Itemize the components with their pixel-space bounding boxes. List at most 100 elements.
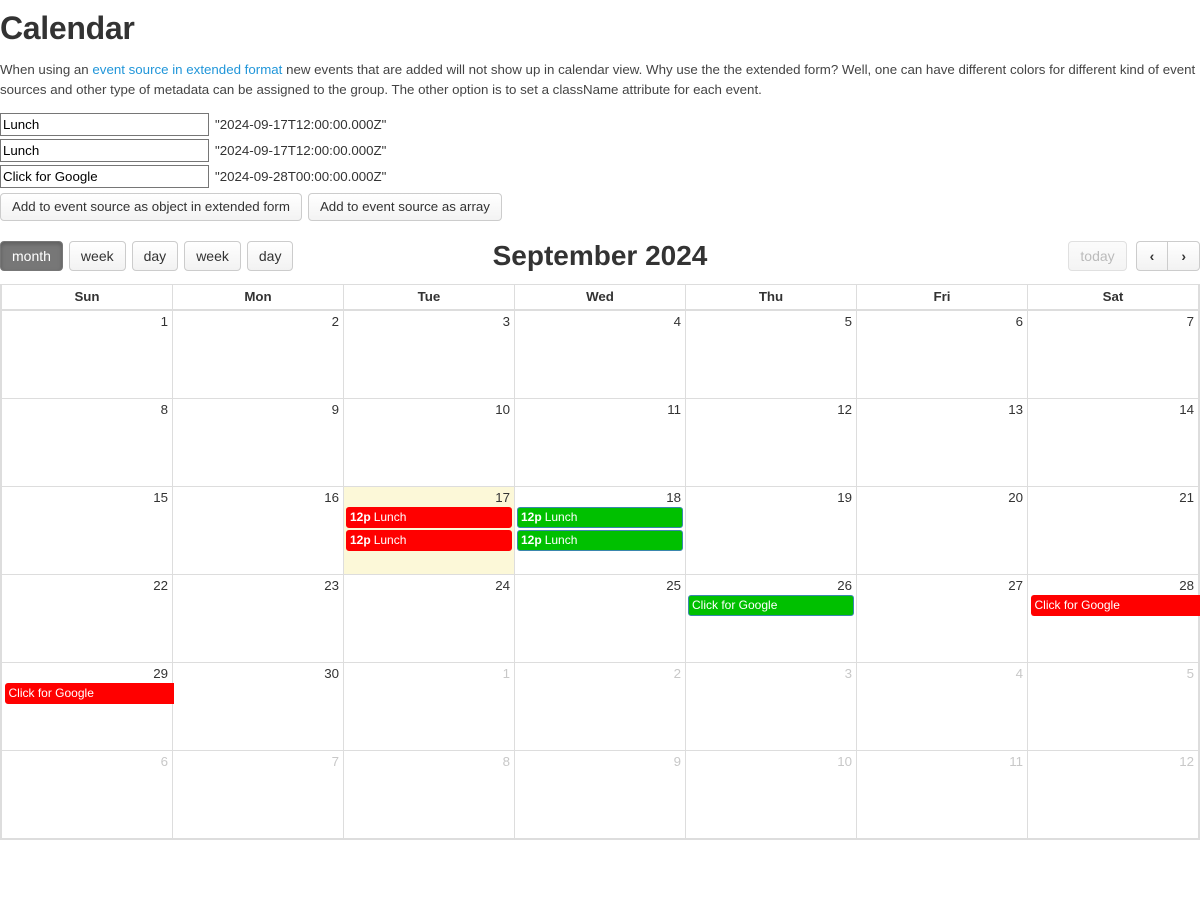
day-number: 10	[837, 754, 852, 769]
event-title: Lunch	[544, 510, 578, 524]
calendar-day-cell[interactable]: 19	[685, 486, 857, 575]
calendar-day-cell[interactable]: 9	[172, 398, 344, 487]
calendar-event[interactable]: 12p Lunch	[517, 530, 683, 551]
calendar-day-cell[interactable]: 14	[1027, 398, 1199, 487]
chevron-left-icon: ‹	[1149, 248, 1155, 264]
calendar-day-cell[interactable]: 25	[514, 574, 686, 663]
calendar-day-cell[interactable]: 15	[1, 486, 173, 575]
calendar-day-cell[interactable]: 30	[172, 662, 344, 751]
calendar-day-cell[interactable]: 16	[172, 486, 344, 575]
calendar-event[interactable]: Click for Google	[688, 595, 854, 616]
calendar-day-cell[interactable]: 29	[1, 662, 173, 751]
prev-month-button[interactable]: ‹	[1135, 241, 1168, 271]
view-button-group: month week day week day	[0, 241, 294, 271]
view-button-week-1[interactable]: week	[68, 241, 126, 271]
calendar-day-cell[interactable]: 21	[1027, 486, 1199, 575]
view-button-week-3[interactable]: week	[184, 241, 241, 271]
calendar-day-cell[interactable]: 2	[172, 310, 344, 399]
chevron-right-icon: ›	[1181, 248, 1186, 264]
calendar-day-cell[interactable]: 6	[856, 310, 1028, 399]
calendar-day-cell[interactable]: 8	[343, 750, 515, 839]
calendar-day-cell[interactable]: 26 Click for Google	[685, 574, 857, 663]
calendar-day-cell[interactable]: 13	[856, 398, 1028, 487]
calendar-event[interactable]: 12p Lunch	[517, 507, 683, 528]
day-events	[173, 330, 343, 331]
day-number: 23	[324, 578, 339, 593]
day-number: 8	[502, 754, 510, 769]
calendar-day-cell[interactable]: 8	[1, 398, 173, 487]
calendar-day-cell[interactable]: 12	[1027, 750, 1199, 839]
day-number: 14	[1179, 402, 1194, 417]
calendar-event-spanning[interactable]: Click for Google	[4, 682, 174, 704]
day-number: 19	[837, 490, 852, 505]
day-events	[857, 418, 1027, 419]
calendar-event[interactable]: 12p Lunch	[346, 530, 512, 551]
calendar-day-cell[interactable]: 28	[1027, 574, 1199, 663]
calendar-day-cell[interactable]: 1	[343, 662, 515, 751]
day-header-wed: Wed	[514, 284, 686, 310]
day-number: 22	[153, 578, 168, 593]
day-header-sat: Sat	[1027, 284, 1199, 310]
calendar-week-row: 22 23 24 25 26 Click for Google 27 28	[1, 574, 1199, 663]
calendar-week-row: 29 30 1 2 3 4 5	[1, 662, 1199, 751]
calendar-day-cell[interactable]: 11	[856, 750, 1028, 839]
add-as-array-button[interactable]: Add to event source as array	[307, 193, 502, 221]
calendar-day-cell[interactable]: 20	[856, 486, 1028, 575]
calendar-day-cell[interactable]: 7	[1027, 310, 1199, 399]
event-title: Click for Google	[692, 598, 778, 612]
day-number: 4	[673, 314, 681, 329]
calendar-day-cell[interactable]: 17 12p Lunch 12p Lunch	[343, 486, 515, 575]
day-number: 30	[324, 666, 339, 681]
today-button[interactable]: today	[1068, 241, 1127, 271]
calendar-day-cell[interactable]: 18 12p Lunch 12p Lunch	[514, 486, 686, 575]
next-month-button[interactable]: ›	[1167, 241, 1200, 271]
calendar-event[interactable]: 12p Lunch	[346, 507, 512, 528]
day-events	[857, 682, 1027, 683]
calendar-day-cell[interactable]: 3	[343, 310, 515, 399]
event-title-input[interactable]	[0, 112, 209, 136]
calendar-day-cell[interactable]: 9	[514, 750, 686, 839]
calendar-day-cell[interactable]: 3	[685, 662, 857, 751]
calendar-day-cell[interactable]: 5	[685, 310, 857, 399]
day-events	[686, 506, 856, 507]
calendar-day-cell[interactable]: 4	[856, 662, 1028, 751]
calendar-day-cell[interactable]: 7	[172, 750, 344, 839]
calendar-day-cell[interactable]: 10	[343, 398, 515, 487]
view-button-day-4[interactable]: day	[246, 241, 294, 271]
calendar-day-cell[interactable]: 4	[514, 310, 686, 399]
calendar-day-cell[interactable]: 5	[1027, 662, 1199, 751]
calendar-day-cell[interactable]: 12	[685, 398, 857, 487]
day-number: 7	[331, 754, 339, 769]
calendar-day-cell[interactable]: 6	[1, 750, 173, 839]
calendar-day-headers: Sun Mon Tue Wed Thu Fri Sat	[1, 284, 1199, 310]
calendar-day-cell[interactable]: 2	[514, 662, 686, 751]
calendar-month-view: Sun Mon Tue Wed Thu Fri Sat 1 2 3 4 5 6 7 8 9 10 11 12 13 1…	[0, 284, 1200, 840]
day-header-fri: Fri	[856, 284, 1028, 310]
intro-text-before: When using an	[0, 62, 93, 77]
calendar-day-cell[interactable]: 22	[1, 574, 173, 663]
day-number: 12	[837, 402, 852, 417]
day-events	[1028, 418, 1198, 419]
calendar-day-cell[interactable]: 27	[856, 574, 1028, 663]
calendar-event-spanning[interactable]: Click for Google	[1030, 594, 1200, 616]
day-number: 9	[673, 754, 681, 769]
event-title-input[interactable]	[0, 164, 209, 188]
calendar-day-cell[interactable]: 23	[172, 574, 344, 663]
calendar-day-cell[interactable]: 24	[343, 574, 515, 663]
extended-format-link[interactable]: event source in extended format	[92, 62, 282, 77]
view-button-month-0[interactable]: month	[0, 241, 63, 271]
day-number: 1	[160, 314, 168, 329]
form-buttons: Add to event source as object in extende…	[0, 193, 1200, 221]
event-title-input[interactable]	[0, 138, 209, 162]
calendar-day-cell[interactable]: 11	[514, 398, 686, 487]
day-events	[173, 506, 343, 507]
day-events	[344, 682, 514, 683]
event-source-form: "2024-09-17T12:00:00.000Z" "2024-09-17T12…	[0, 111, 1200, 221]
calendar-day-cell[interactable]: 1	[1, 310, 173, 399]
add-as-object-button[interactable]: Add to event source as object in extende…	[0, 193, 302, 221]
day-number: 15	[153, 490, 168, 505]
day-events	[2, 330, 172, 331]
calendar-day-cell[interactable]: 10	[685, 750, 857, 839]
day-number: 28	[1179, 578, 1194, 593]
view-button-day-2[interactable]: day	[131, 241, 179, 271]
